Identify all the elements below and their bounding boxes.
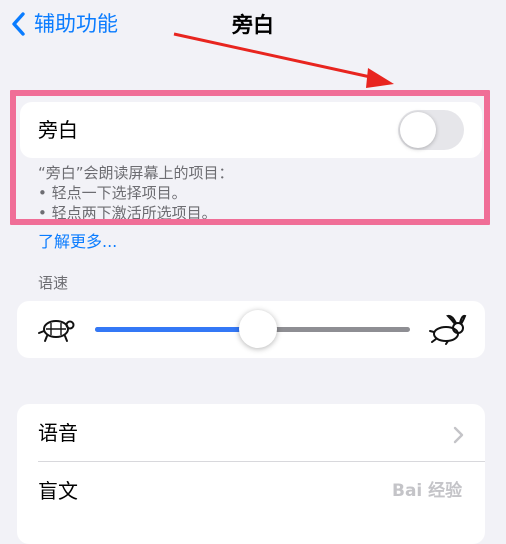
- watermark: Bai 经验: [392, 481, 463, 501]
- list-divider: [38, 461, 485, 462]
- speaking-rate-thumb[interactable]: [238, 310, 277, 348]
- highlight-frame: [10, 90, 490, 225]
- list-item-braille[interactable]: 盲文: [38, 476, 78, 506]
- list-item-speech[interactable]: 语音: [38, 418, 78, 448]
- speaking-rate-fill: [95, 327, 253, 332]
- rabbit-icon: [429, 314, 467, 345]
- turtle-icon: [38, 320, 75, 342]
- learn-more-link[interactable]: 了解更多...: [38, 230, 117, 254]
- settings-list: [17, 404, 485, 544]
- speaking-rate-header: 语速: [38, 274, 69, 292]
- chevron-right-icon: [453, 426, 464, 444]
